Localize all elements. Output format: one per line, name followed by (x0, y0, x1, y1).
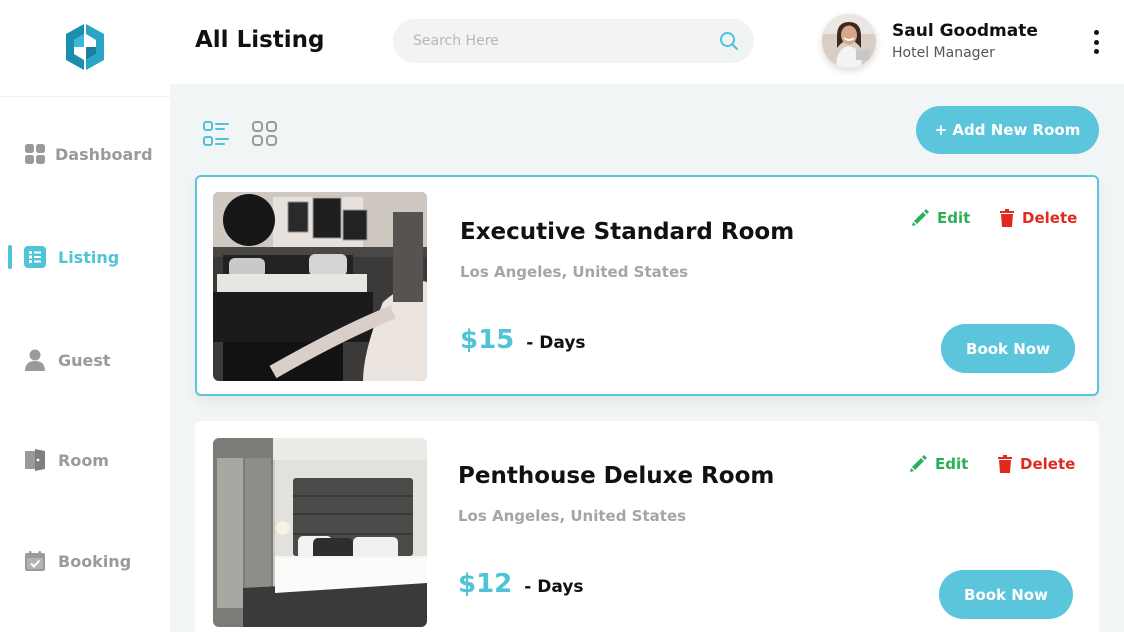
add-new-room-button[interactable]: + Add New Room (916, 106, 1099, 154)
room-location: Los Angeles, United States (460, 263, 689, 281)
top-bar: All Listing Saul Goodmate Hotel Manager (170, 0, 1124, 84)
ea-logo-icon[interactable] (60, 20, 110, 74)
user-icon (24, 349, 46, 371)
room-price: $12 (458, 569, 513, 599)
edit-label: Edit (937, 209, 971, 227)
listing-icon (24, 246, 46, 268)
search-input[interactable] (413, 30, 703, 52)
price-unit: - Days (524, 577, 584, 597)
room-photo (213, 192, 427, 381)
sidebar-item-label: Dashboard (55, 144, 153, 164)
dashboard-icon (24, 143, 46, 165)
pencil-icon (912, 209, 929, 226)
grid-view-icon[interactable] (251, 120, 279, 148)
search-icon[interactable] (719, 31, 739, 51)
sidebar-item-dashboard[interactable]: Dashboard (0, 134, 170, 174)
door-icon (24, 449, 46, 471)
price-row: $15 - Days (460, 325, 586, 355)
active-indicator (8, 245, 12, 269)
room-title: Executive Standard Room (460, 219, 795, 245)
avatar[interactable] (822, 14, 876, 68)
pencil-icon (910, 455, 927, 472)
sidebar-item-guest[interactable]: Guest (0, 340, 170, 380)
delete-button[interactable]: Delete (1000, 209, 1077, 227)
sidebar-item-label: Guest (58, 350, 111, 370)
delete-label: Delete (1022, 209, 1078, 227)
list-view-icon[interactable] (202, 120, 230, 148)
room-photo (213, 438, 427, 627)
book-now-button[interactable]: Book Now (941, 324, 1075, 373)
room-price: $15 (460, 325, 515, 355)
user-role: Hotel Manager (892, 45, 995, 61)
sidebar-item-listing[interactable]: Listing (0, 237, 170, 277)
delete-button[interactable]: Delete (998, 455, 1075, 473)
calendar-icon (24, 550, 46, 572)
sidebar-item-label: Room (58, 450, 109, 470)
room-location: Los Angeles, United States (458, 507, 687, 525)
edit-button[interactable]: Edit (911, 209, 970, 227)
search-box (393, 19, 754, 63)
sidebar-item-booking[interactable]: Booking (0, 541, 170, 581)
book-now-button[interactable]: Book Now (939, 570, 1073, 619)
sidebar: Dashboard Listing Guest Room Booking (0, 0, 170, 632)
trash-icon (998, 455, 1012, 473)
price-unit: - Days (526, 333, 586, 353)
price-row: $12 - Days (458, 569, 584, 599)
edit-button[interactable]: Edit (909, 455, 968, 473)
sidebar-item-label: Listing (58, 247, 120, 267)
sidebar-item-room[interactable]: Room (0, 440, 170, 480)
room-card[interactable]: Executive Standard Room Los Angeles, Uni… (195, 175, 1099, 396)
edit-label: Edit (935, 455, 969, 473)
page-title: All Listing (195, 27, 325, 53)
sidebar-item-label: Booking (58, 551, 132, 571)
trash-icon (1000, 209, 1014, 227)
more-vertical-icon[interactable] (1086, 28, 1106, 56)
room-title: Penthouse Deluxe Room (458, 463, 775, 489)
user-name: Saul Goodmate (892, 21, 1038, 41)
logo-area (0, 0, 170, 97)
room-card[interactable]: Penthouse Deluxe Room Los Angeles, Unite… (195, 421, 1099, 632)
delete-label: Delete (1020, 455, 1076, 473)
